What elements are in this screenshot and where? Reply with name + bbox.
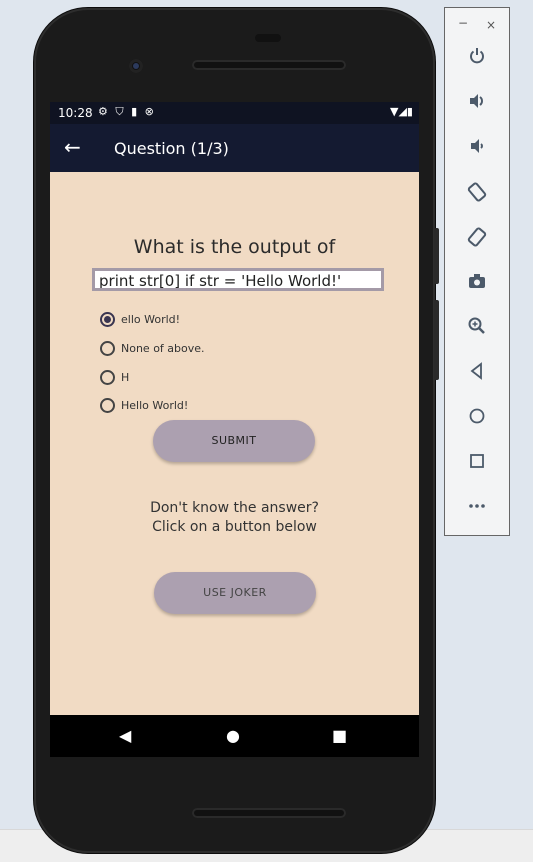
side-button-upper — [434, 228, 439, 284]
home-icon[interactable] — [459, 406, 495, 434]
status-bar: 10:28 ⚙ ⛉ ▮ ⊗ ▼◢▮ — [50, 102, 419, 124]
minimize-icon[interactable]: − — [458, 16, 468, 30]
more-icon[interactable] — [459, 496, 495, 524]
option-label: H — [121, 370, 130, 384]
question-code: print str[0] if str = 'Hello World!' — [92, 268, 384, 291]
hint-line-1: Don't know the answer? — [150, 500, 319, 516]
nav-back-icon[interactable]: ◀ — [119, 726, 131, 745]
option-1[interactable]: ello World! — [100, 309, 180, 329]
back-icon[interactable] — [459, 361, 495, 389]
back-arrow-icon[interactable]: ← — [64, 135, 81, 159]
overview-icon[interactable] — [459, 451, 495, 479]
radio-button-checked[interactable] — [100, 311, 115, 327]
radio-button[interactable] — [100, 340, 115, 356]
earpiece-slot — [255, 34, 281, 42]
volume-down-icon[interactable] — [459, 136, 495, 164]
side-button-lower — [434, 300, 439, 380]
nav-home-icon[interactable]: ● — [226, 726, 240, 745]
app-bar: ← Question (1/3) — [50, 124, 419, 172]
status-system-icons: ▼◢▮ — [390, 105, 413, 118]
hint-line-2: Click on a button below — [152, 519, 317, 535]
camera-icon[interactable] — [459, 271, 495, 299]
option-label: ello World! — [121, 312, 181, 326]
status-time: 10:28 — [58, 106, 93, 120]
close-icon[interactable]: × — [486, 18, 496, 32]
option-label: Hello World! — [121, 398, 189, 412]
power-icon[interactable] — [459, 46, 495, 74]
rotate-left-icon[interactable] — [459, 181, 495, 209]
nav-recents-icon[interactable]: ■ — [332, 726, 347, 745]
android-nav-bar: ◀ ● ■ — [50, 715, 419, 757]
radio-button[interactable] — [100, 397, 115, 413]
submit-button[interactable]: SUBMIT — [153, 420, 315, 462]
front-camera — [129, 59, 143, 73]
status-notification-icons: ⚙ ⛉ ▮ ⊗ — [98, 105, 156, 118]
question-title: What is the output of — [133, 236, 336, 258]
emulator-toolbar: − × — [444, 7, 510, 536]
bottom-speaker — [192, 808, 346, 818]
option-3[interactable]: H — [100, 367, 129, 387]
use-joker-button[interactable]: USE JOKER — [154, 572, 316, 614]
volume-up-icon[interactable] — [459, 91, 495, 119]
app-title: Question (1/3) — [114, 139, 229, 158]
option-label: None of above. — [121, 341, 205, 355]
option-2[interactable]: None of above. — [100, 338, 205, 358]
zoom-icon[interactable] — [459, 316, 495, 344]
app-screen: 10:28 ⚙ ⛉ ▮ ⊗ ▼◢▮ ← Question (1/3) What … — [50, 102, 419, 715]
radio-button[interactable] — [100, 369, 115, 385]
top-speaker — [192, 60, 346, 70]
rotate-right-icon[interactable] — [459, 226, 495, 254]
option-4[interactable]: Hello World! — [100, 395, 188, 415]
